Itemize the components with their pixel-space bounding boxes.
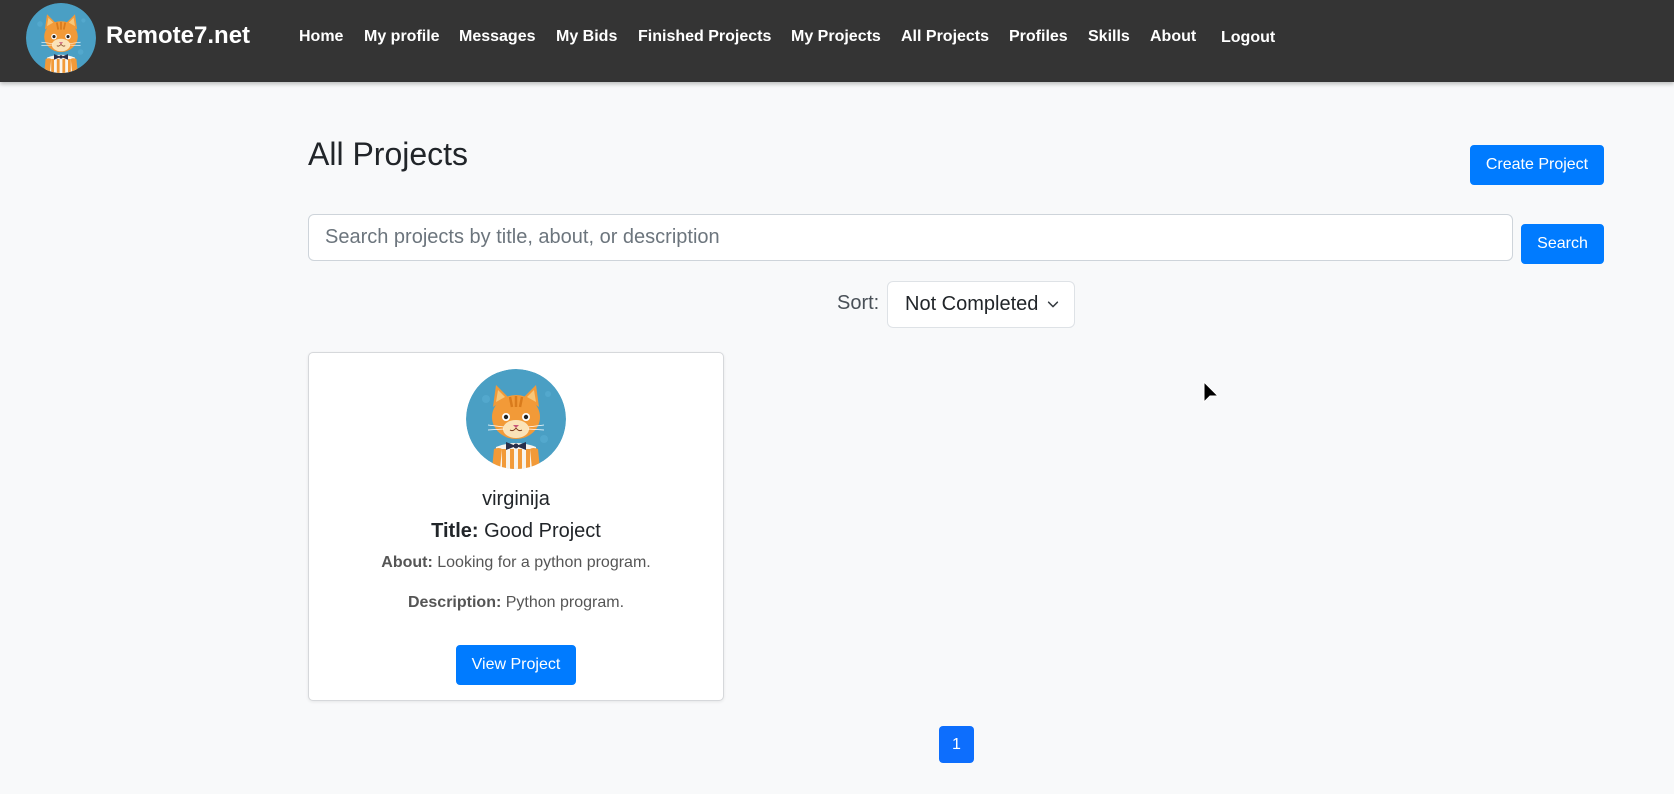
nav-about[interactable]: About — [1150, 28, 1196, 46]
cat-avatar-icon — [466, 369, 566, 469]
top-navbar: Remote7.net Home My profile Messages My … — [0, 0, 1674, 82]
view-project-button[interactable]: View Project — [456, 645, 576, 685]
pagination-page-1[interactable]: 1 — [939, 726, 974, 763]
project-title: Title: Good Project — [309, 520, 723, 543]
nav-messages[interactable]: Messages — [459, 28, 536, 46]
nav-home[interactable]: Home — [299, 28, 343, 46]
sort-selected-value: Not Completed — [905, 293, 1039, 315]
project-description-value: Python program. — [505, 594, 625, 611]
project-owner-username: virginija — [482, 488, 550, 510]
create-project-button[interactable]: Create Project — [1470, 145, 1604, 185]
project-about-value: Looking for a python program. — [437, 554, 651, 571]
project-title-label: Title: — [431, 520, 479, 542]
mouse-cursor-icon — [1203, 380, 1220, 404]
brand-name[interactable]: Remote7.net — [106, 22, 250, 50]
nav-my-bids[interactable]: My Bids — [556, 28, 617, 46]
project-about-label: About: — [381, 554, 433, 571]
sort-label: Sort: — [837, 292, 880, 314]
page-title: All Projects — [308, 136, 469, 172]
project-card: virginija Title: Good Project About: Loo… — [308, 352, 724, 701]
nav-my-projects[interactable]: My Projects — [791, 28, 881, 46]
nav-skills[interactable]: Skills — [1088, 28, 1130, 46]
nav-all-projects[interactable]: All Projects — [901, 28, 989, 46]
brand-logo-icon[interactable] — [26, 3, 96, 73]
nav-logout[interactable]: Logout — [1221, 29, 1275, 47]
project-title-value: Good Project — [484, 520, 601, 542]
sort-select[interactable]: Not Completed — [887, 281, 1075, 328]
project-description-label: Description: — [407, 594, 502, 611]
search-button[interactable]: Search — [1521, 224, 1604, 264]
chevron-down-icon — [1047, 301, 1059, 308]
project-about: About: Looking for a python program. — [309, 554, 723, 572]
search-input[interactable] — [308, 214, 1513, 261]
nav-profiles[interactable]: Profiles — [1009, 28, 1068, 46]
project-description: Description: Python program. — [309, 594, 723, 612]
nav-my-profile[interactable]: My profile — [364, 28, 440, 46]
nav-finished-projects[interactable]: Finished Projects — [638, 28, 771, 46]
